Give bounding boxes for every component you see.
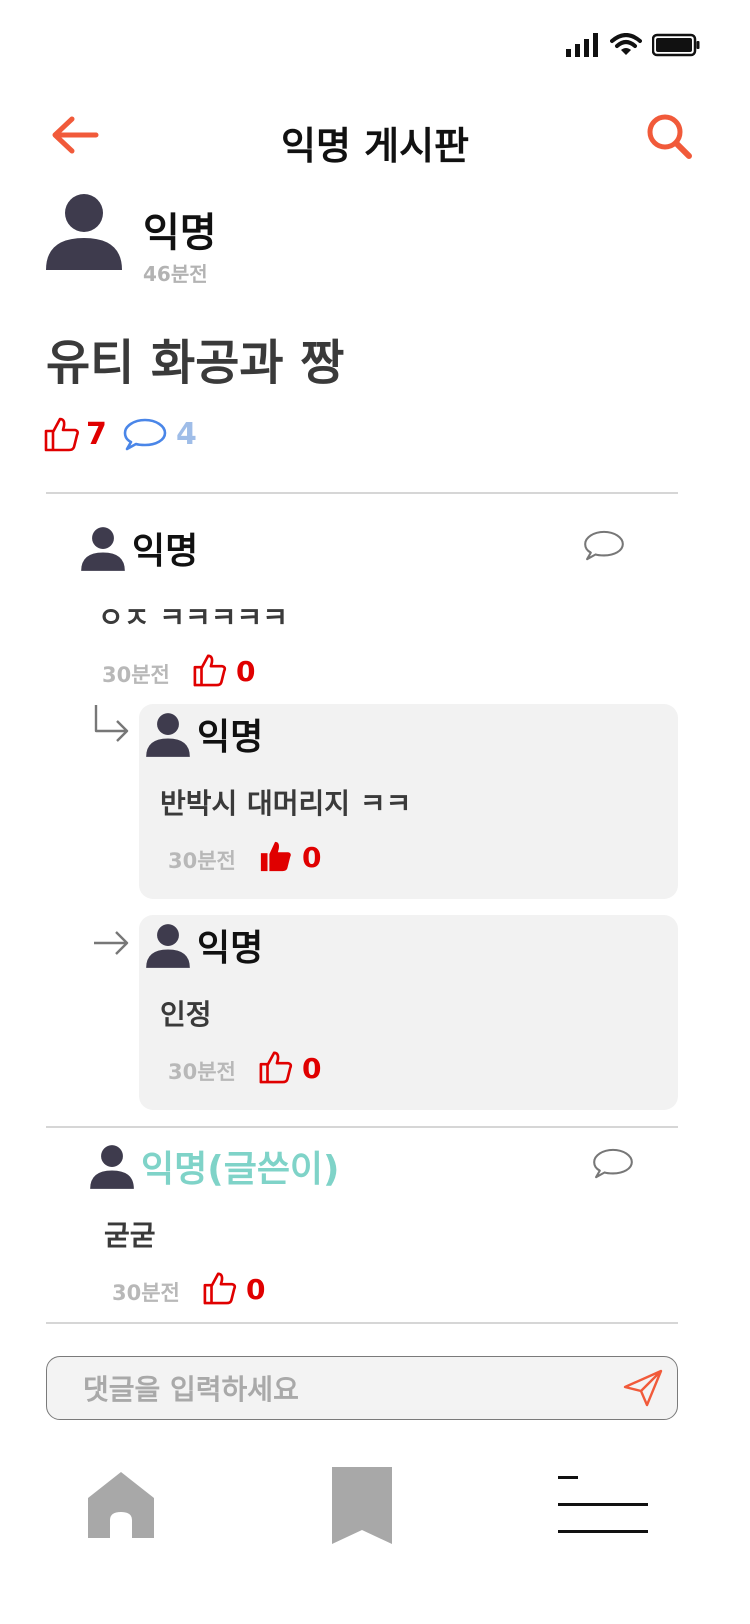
comment-like-count: 0 [236, 655, 256, 688]
send-button[interactable] [623, 1369, 663, 1407]
comment-icon [123, 418, 167, 451]
page-title: 익명 게시판 [280, 124, 470, 168]
menu-icon [558, 1476, 648, 1533]
post-comment-count: 4 [176, 417, 197, 452]
reply-author: 익명 [197, 928, 264, 969]
comment-icon [593, 1148, 633, 1179]
thumbs-up-icon [44, 417, 79, 452]
reply-text: 인정 [160, 998, 212, 1031]
comment-time: 30분전 [112, 1281, 180, 1305]
comment-like-count: 0 [246, 1273, 266, 1306]
comment-author: 익명 [132, 531, 199, 572]
post-like-button[interactable] [44, 416, 80, 452]
thumbs-up-filled-icon [260, 841, 291, 872]
comment-like-button[interactable] [203, 1271, 237, 1305]
thumbs-up-icon [259, 1051, 293, 1084]
reply-like-count: 0 [302, 841, 322, 874]
wifi-icon [610, 33, 642, 55]
user-icon [81, 527, 125, 571]
user-icon [90, 1145, 134, 1189]
avatar [145, 712, 191, 762]
home-icon [88, 1472, 154, 1538]
comment-input-bar [46, 1356, 678, 1421]
nav-menu[interactable] [558, 1474, 650, 1536]
comment-input[interactable] [81, 1357, 605, 1421]
reply-like-button[interactable] [259, 839, 293, 873]
status-bar [566, 28, 700, 62]
divider [46, 1322, 678, 1324]
reply-arrow-icon [94, 931, 129, 955]
reply-button[interactable] [583, 530, 625, 562]
search-button[interactable] [645, 112, 695, 162]
post-like-count: 7 [86, 417, 107, 452]
post-comment-button[interactable] [123, 418, 167, 452]
post-author: 익명 [143, 210, 217, 256]
reply-time: 30분전 [168, 1060, 236, 1084]
send-icon [623, 1369, 663, 1407]
comment-like-button[interactable] [193, 653, 227, 687]
avatar [80, 526, 126, 576]
avatar [44, 192, 124, 272]
writer-comment-author: 익명(글쓴이) [141, 1149, 340, 1190]
thumbs-up-icon [193, 654, 227, 687]
reply-author: 익명 [197, 717, 264, 758]
reply-text: 반박시 대머리지 ㅋㅋ [160, 787, 412, 820]
battery-icon [652, 33, 700, 57]
nav-home[interactable] [86, 1470, 156, 1538]
comment-text: 굳굳 [104, 1219, 156, 1252]
reply-time: 30분전 [168, 849, 236, 873]
comment-time: 30분전 [102, 663, 170, 687]
user-icon [46, 194, 122, 270]
thumbs-up-icon [203, 1272, 237, 1305]
user-icon [146, 924, 190, 968]
post-title: 유티 화공과 짱 [46, 335, 345, 391]
comment-icon [584, 530, 624, 561]
reply-like-count: 0 [302, 1052, 322, 1085]
avatar [89, 1144, 135, 1194]
divider [46, 492, 678, 494]
avatar [145, 923, 191, 973]
comment-text: ㅇㅈ ㅋㅋㅋㅋㅋ [98, 601, 289, 634]
bookmark-icon [332, 1467, 392, 1544]
signal-icon [566, 33, 598, 57]
nav-bookmark[interactable] [331, 1466, 393, 1546]
divider [46, 1126, 678, 1128]
search-icon [647, 114, 692, 159]
reply-arrow-icon [94, 705, 129, 742]
post-time: 46분전 [143, 262, 208, 286]
reply-like-button[interactable] [259, 1050, 293, 1084]
user-icon [146, 713, 190, 757]
reply-button[interactable] [592, 1148, 634, 1180]
